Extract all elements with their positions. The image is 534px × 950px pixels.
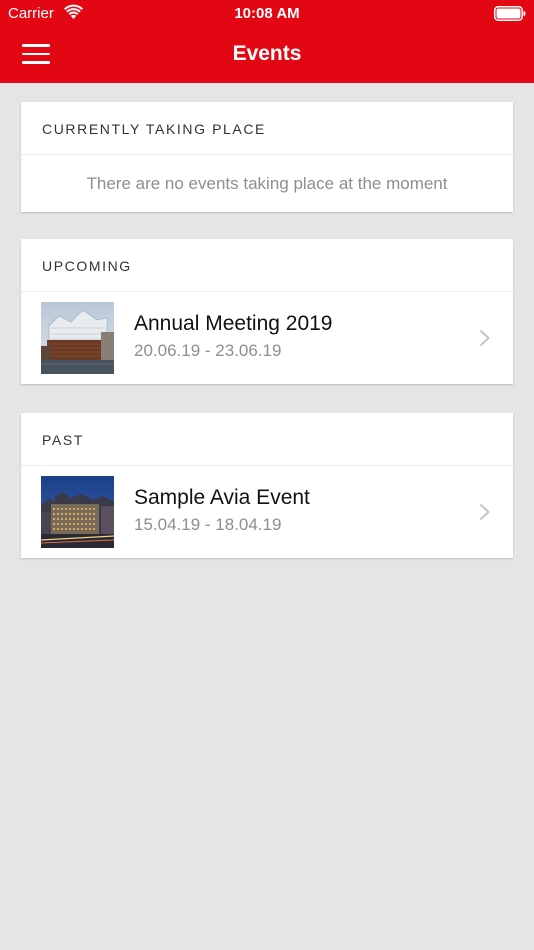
chevron-right-icon: [480, 330, 490, 346]
event-thumbnail: [41, 476, 114, 548]
status-bar: Carrier 10:08 AM: [0, 0, 534, 27]
page-title: Events: [232, 42, 302, 65]
status-time: 10:08 AM: [234, 5, 300, 22]
event-row-sample-avia[interactable]: Sample Avia Event 15.04.19 - 18.04.19: [21, 466, 513, 558]
current-events-card: CURRENTLY TAKING PLACE There are no even…: [21, 102, 513, 212]
past-events-card: PAST Sample Avia Event 15.04.19 - 18.04.…: [21, 413, 513, 558]
section-header-upcoming: UPCOMING: [21, 239, 513, 292]
section-title: UPCOMING: [42, 258, 132, 274]
battery-icon: [494, 6, 526, 21]
section-title: PAST: [42, 432, 84, 448]
chevron-right-icon: [480, 504, 490, 520]
event-dates: 20.06.19 - 23.06.19: [134, 341, 282, 360]
section-header-current: CURRENTLY TAKING PLACE: [21, 102, 513, 155]
event-title: Annual Meeting 2019: [134, 312, 333, 335]
upcoming-events-card: UPCOMING Annual Meeting 2019 20.06.19 - …: [21, 239, 513, 384]
section-title: CURRENTLY TAKING PLACE: [42, 121, 266, 137]
event-row-annual-meeting[interactable]: Annual Meeting 2019 20.06.19 - 23.06.19: [21, 292, 513, 384]
navigation-bar: Carrier 10:08 AM Events: [0, 0, 534, 83]
event-thumbnail: [41, 302, 114, 374]
empty-state-message: There are no events taking place at the …: [86, 174, 448, 193]
section-header-past: PAST: [21, 413, 513, 466]
event-title: Sample Avia Event: [134, 486, 310, 509]
event-dates: 15.04.19 - 18.04.19: [134, 515, 282, 534]
